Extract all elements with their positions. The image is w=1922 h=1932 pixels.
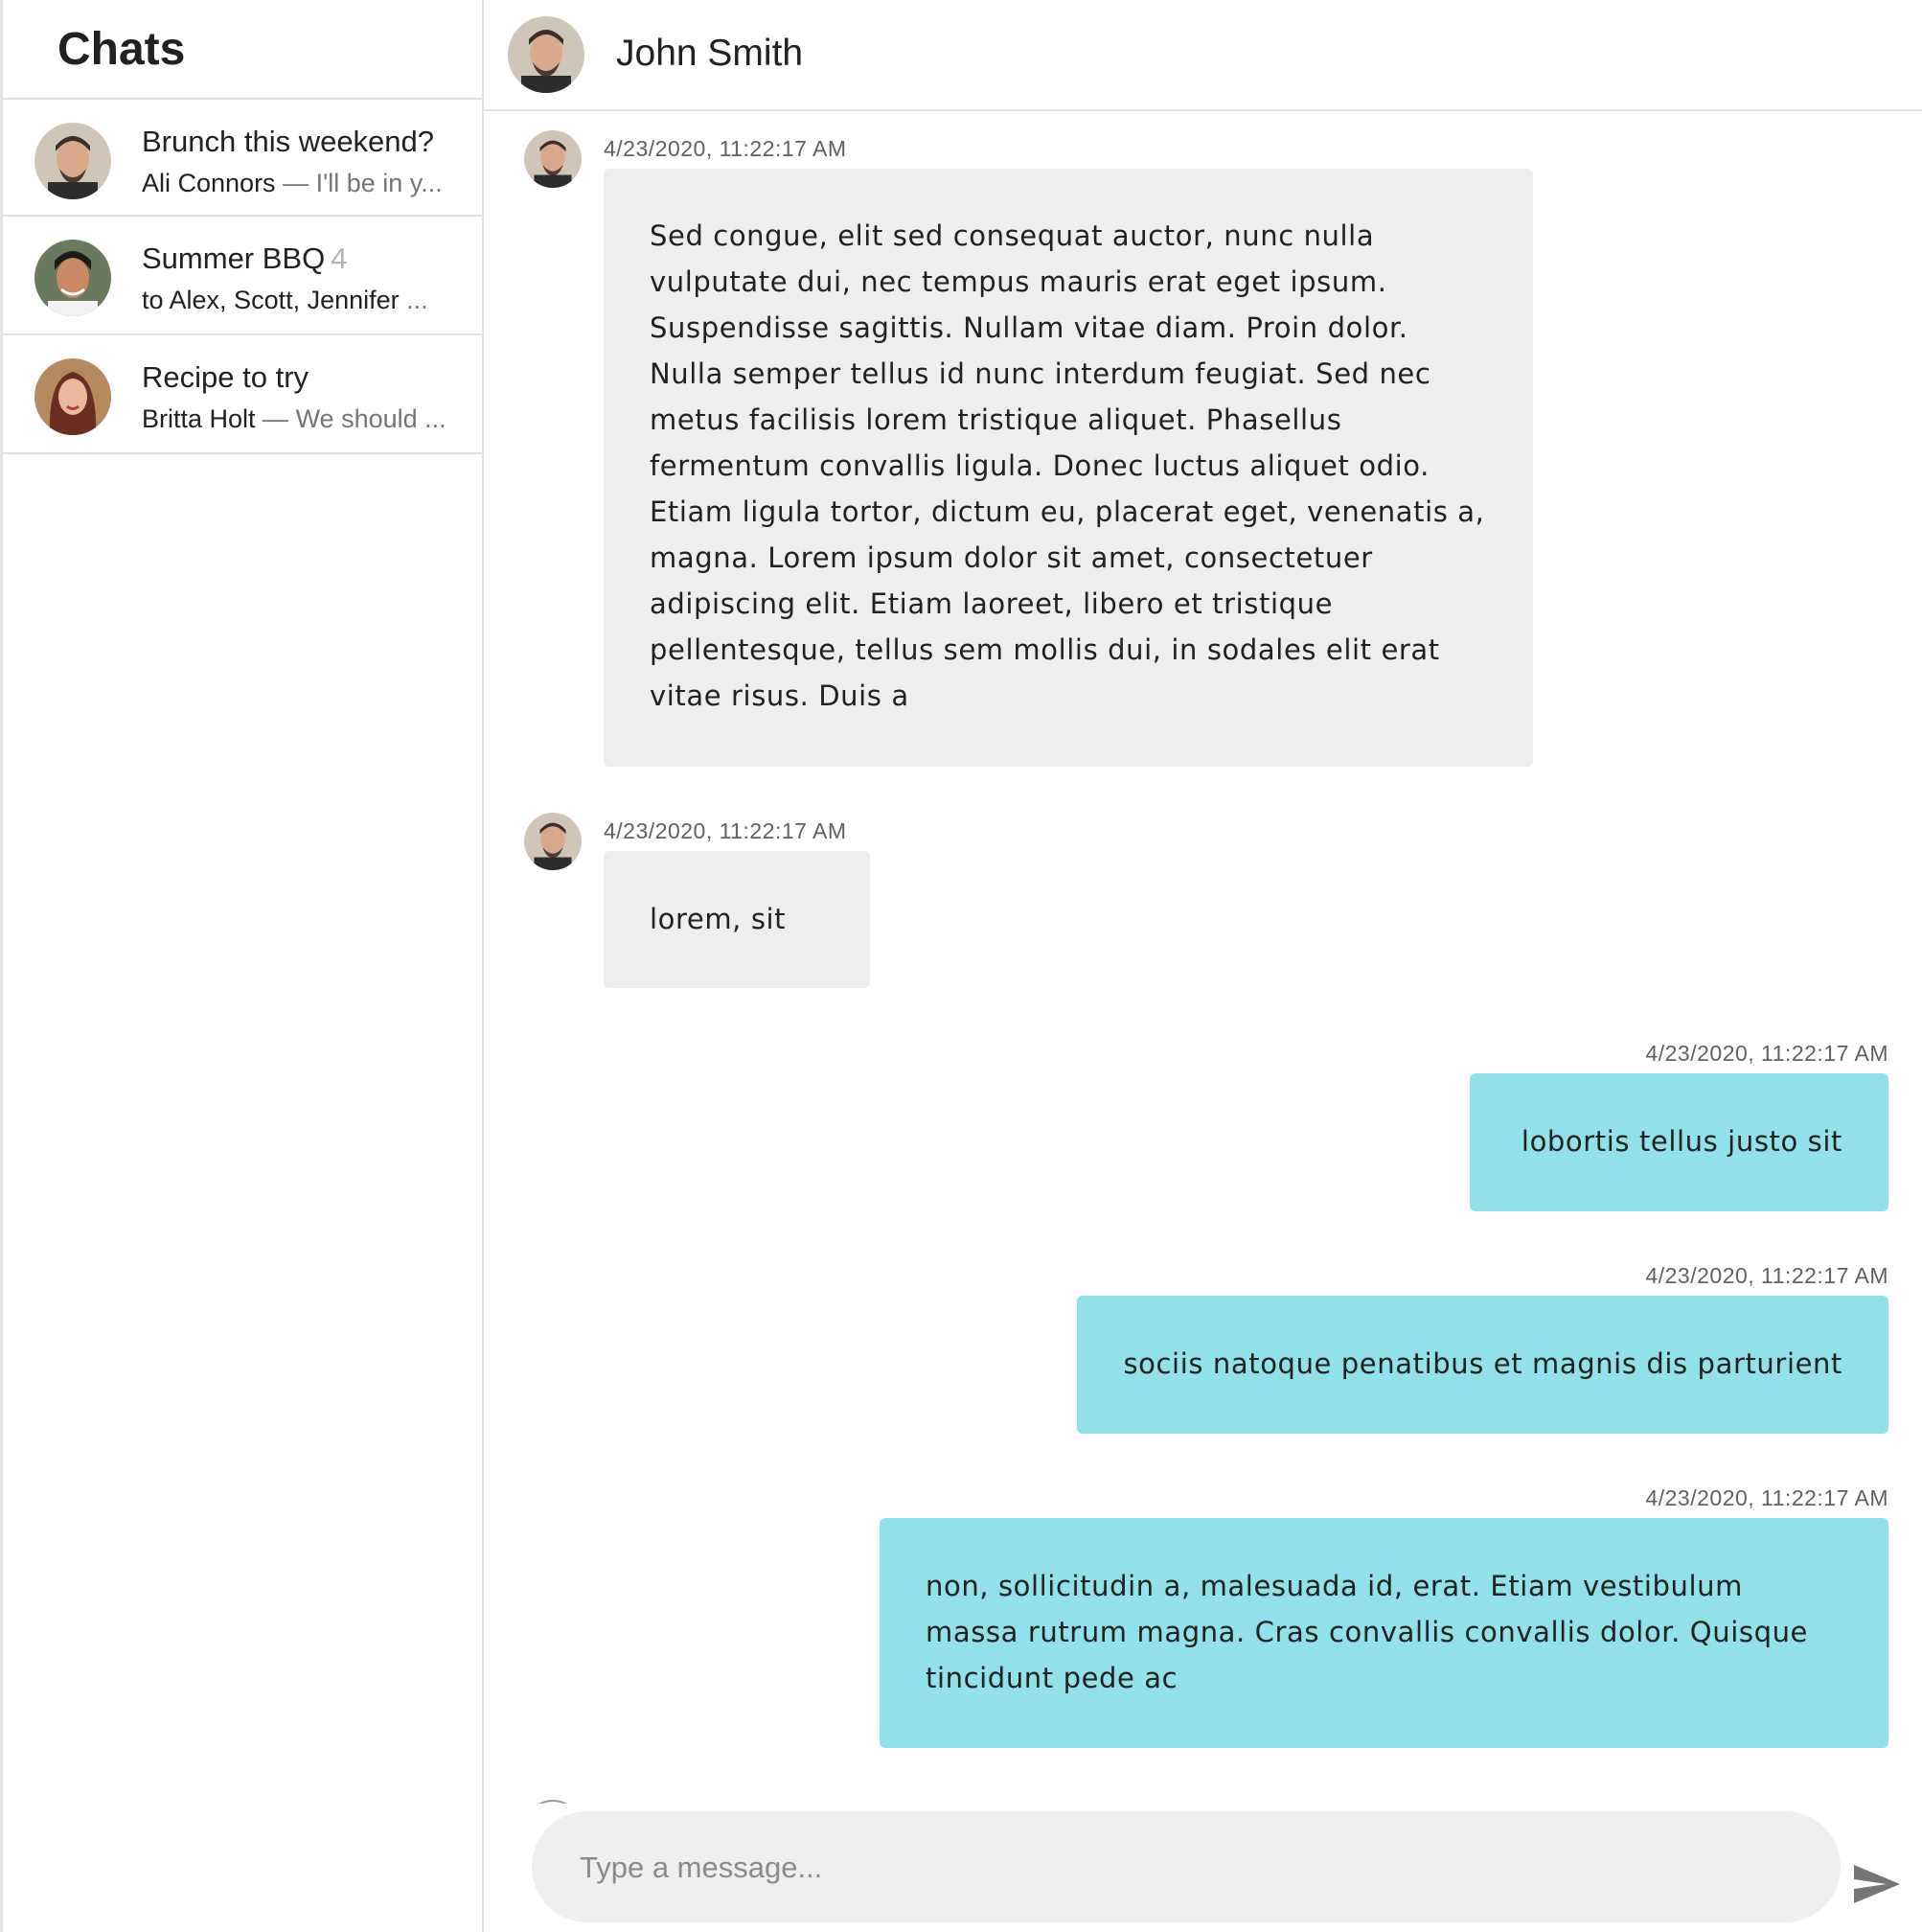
conversation-sender: Britta Holt	[142, 404, 256, 433]
conversation-list: Brunch this weekend? Ali Connors — I'll …	[3, 98, 482, 454]
sidebar-title: Chats	[57, 24, 186, 75]
conversation-preview: to Alex, Scott, Jennifer ...	[142, 286, 448, 315]
avatar	[34, 240, 111, 316]
message-composer	[532, 1811, 1841, 1924]
conversation-title: Summer BBQ 4	[142, 242, 347, 276]
avatar	[524, 130, 582, 188]
message-timestamp: 4/23/2020, 11:22:17 AM	[604, 818, 847, 843]
conversation-preview: Britta Holt — We should ...	[142, 404, 448, 434]
send-button[interactable]	[1852, 1861, 1902, 1907]
message-bubble: Sed congue, elit sed consequat auctor, n…	[604, 169, 1533, 767]
message-timestamp: 4/23/2020, 11:22:17 AM	[1645, 1263, 1888, 1288]
conversation-title: Recipe to try	[142, 360, 309, 395]
conversation-title-text: Brunch this weekend?	[142, 125, 435, 158]
message-timestamp: 4/23/2020, 11:22:17 AM	[1645, 1485, 1888, 1510]
conversation-title: Brunch this weekend?	[142, 125, 434, 159]
message-timestamp: 4/23/2020, 11:22:17 AM	[604, 136, 847, 161]
message-bubble: lobortis tellus justo sit	[1470, 1073, 1888, 1211]
preview-text: We should ...	[295, 404, 446, 433]
conversation-item[interactable]: Brunch this weekend? Ali Connors — I'll …	[3, 98, 482, 217]
contact-name: John Smith	[616, 33, 804, 74]
message-bubble: lorem, sit	[604, 851, 870, 988]
preview-text: I'll be in y...	[315, 169, 443, 197]
avatar	[34, 123, 111, 199]
conversation-title-text: Recipe to try	[142, 360, 309, 394]
unread-count: 4	[331, 242, 348, 275]
send-icon	[1854, 1865, 1900, 1903]
avatar	[508, 16, 584, 93]
conversation-item[interactable]: Summer BBQ 4 to Alex, Scott, Jennifer ...	[3, 217, 482, 335]
preview-separator: —	[275, 169, 316, 197]
conversation-sender: Ali Connors	[142, 169, 276, 197]
avatar	[34, 358, 111, 435]
avatar	[524, 813, 582, 870]
preview-separator: —	[255, 404, 296, 433]
conversation-title-text: Summer BBQ	[142, 242, 326, 275]
conversation-preview: Ali Connors — I'll be in y...	[142, 169, 448, 198]
preview-text: ...	[406, 286, 428, 314]
message-bubble: sociis natoque penatibus et magnis dis p…	[1077, 1296, 1888, 1434]
avatar	[538, 1794, 567, 1804]
chat-panel: John Smith 4/23/2020, 11:22:17 AM Sed co…	[484, 0, 1922, 1932]
chat-header: John Smith	[484, 0, 1922, 111]
chat-sidebar: Chats Brunch this weekend? Ali Connors —…	[0, 0, 484, 1932]
message-bubble: non, sollicitudin a, malesuada id, erat.…	[880, 1518, 1888, 1748]
message-timestamp: 4/23/2020, 11:22:17 AM	[1645, 1041, 1888, 1066]
conversation-sender: to Alex, Scott, Jennifer	[142, 286, 400, 314]
message-input[interactable]	[578, 1811, 1808, 1924]
conversation-item[interactable]: Recipe to try Britta Holt — We should ..…	[3, 335, 482, 454]
